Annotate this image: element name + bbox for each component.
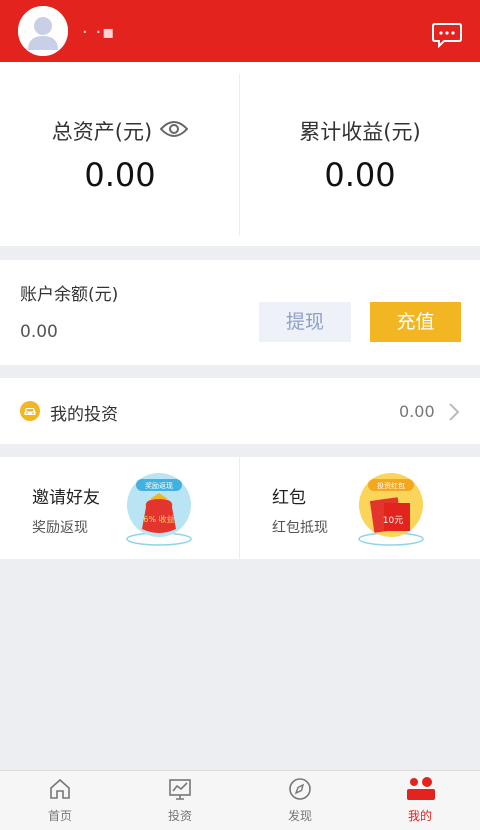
red-packet-icon: 投资红包 10元 <box>358 473 424 546</box>
red-packet-title: 红包 <box>272 488 306 508</box>
red-packet-art-text: 10元 <box>383 516 403 526</box>
tab-invest-label: 投资 <box>167 809 192 823</box>
user-icon <box>407 777 435 800</box>
tab-invest[interactable]: 投资 <box>120 771 240 830</box>
tab-mine[interactable]: 我的 <box>360 771 480 830</box>
invite-title: 邀请好友 <box>32 488 100 508</box>
balance-value: 0.00 <box>20 322 58 342</box>
total-assets-value: 0.00 <box>84 156 156 194</box>
recharge-button[interactable]: 充值 <box>370 302 461 342</box>
red-packet-subtitle: 红包抵现 <box>272 520 328 536</box>
tab-home-label: 首页 <box>47 809 72 823</box>
balance-label: 账户余额(元) <box>20 285 119 305</box>
tab-discover-label: 发现 <box>287 809 312 823</box>
total-assets-label: 总资产(元) <box>51 120 153 144</box>
red-envelope-bag-icon: 奖励返现 6% 收益 <box>126 473 192 546</box>
promotions: 邀请好友 奖励返现 奖励返现 6% 收益 红包 红包抵现 投资红包 10元 <box>0 457 480 559</box>
eye-icon[interactable] <box>159 119 189 144</box>
chart-icon <box>169 779 191 800</box>
username: · ·▪ <box>82 22 116 43</box>
my-investments-row[interactable]: 我的投资 0.00 <box>0 378 480 444</box>
bottom-tab-bar: 首页 投资 发现 我的 <box>0 770 480 830</box>
compass-icon <box>289 778 311 800</box>
profile-header: · ·▪ <box>0 0 480 62</box>
tab-home[interactable]: 首页 <box>0 771 120 830</box>
invite-art-text: 6% 收益 <box>143 514 174 524</box>
account-balance-card: 账户余额(元) 0.00 提现 充值 <box>0 260 480 365</box>
home-icon <box>50 778 70 799</box>
red-packet-art-badge: 投资红包 <box>377 481 405 490</box>
chevron-right-icon <box>449 403 460 421</box>
my-investments-value: 0.00 <box>399 402 435 421</box>
my-investments-label: 我的投资 <box>50 405 118 425</box>
total-earnings-label: 累计收益(元) <box>299 120 421 144</box>
invite-subtitle: 奖励返现 <box>32 520 88 536</box>
invite-friends-card[interactable]: 邀请好友 奖励返现 奖励返现 6% 收益 <box>0 457 240 559</box>
chat-bubble-icon[interactable] <box>432 22 462 48</box>
total-earnings[interactable]: 累计收益(元) 0.00 <box>240 62 480 246</box>
tab-discover[interactable]: 发现 <box>240 771 360 830</box>
total-assets-label-row: 总资产(元) <box>0 116 240 146</box>
assets-summary: 总资产(元) 0.00 累计收益(元) 0.00 <box>0 62 480 246</box>
avatar[interactable] <box>18 6 68 56</box>
withdraw-button[interactable]: 提现 <box>259 302 351 342</box>
car-icon <box>20 401 40 421</box>
total-earnings-value: 0.00 <box>324 156 396 194</box>
red-packet-card[interactable]: 红包 红包抵现 投资红包 10元 <box>240 457 480 559</box>
tab-mine-label: 我的 <box>407 809 432 823</box>
invite-art-badge: 奖励返现 <box>145 481 173 490</box>
total-assets[interactable]: 总资产(元) 0.00 <box>0 62 240 246</box>
